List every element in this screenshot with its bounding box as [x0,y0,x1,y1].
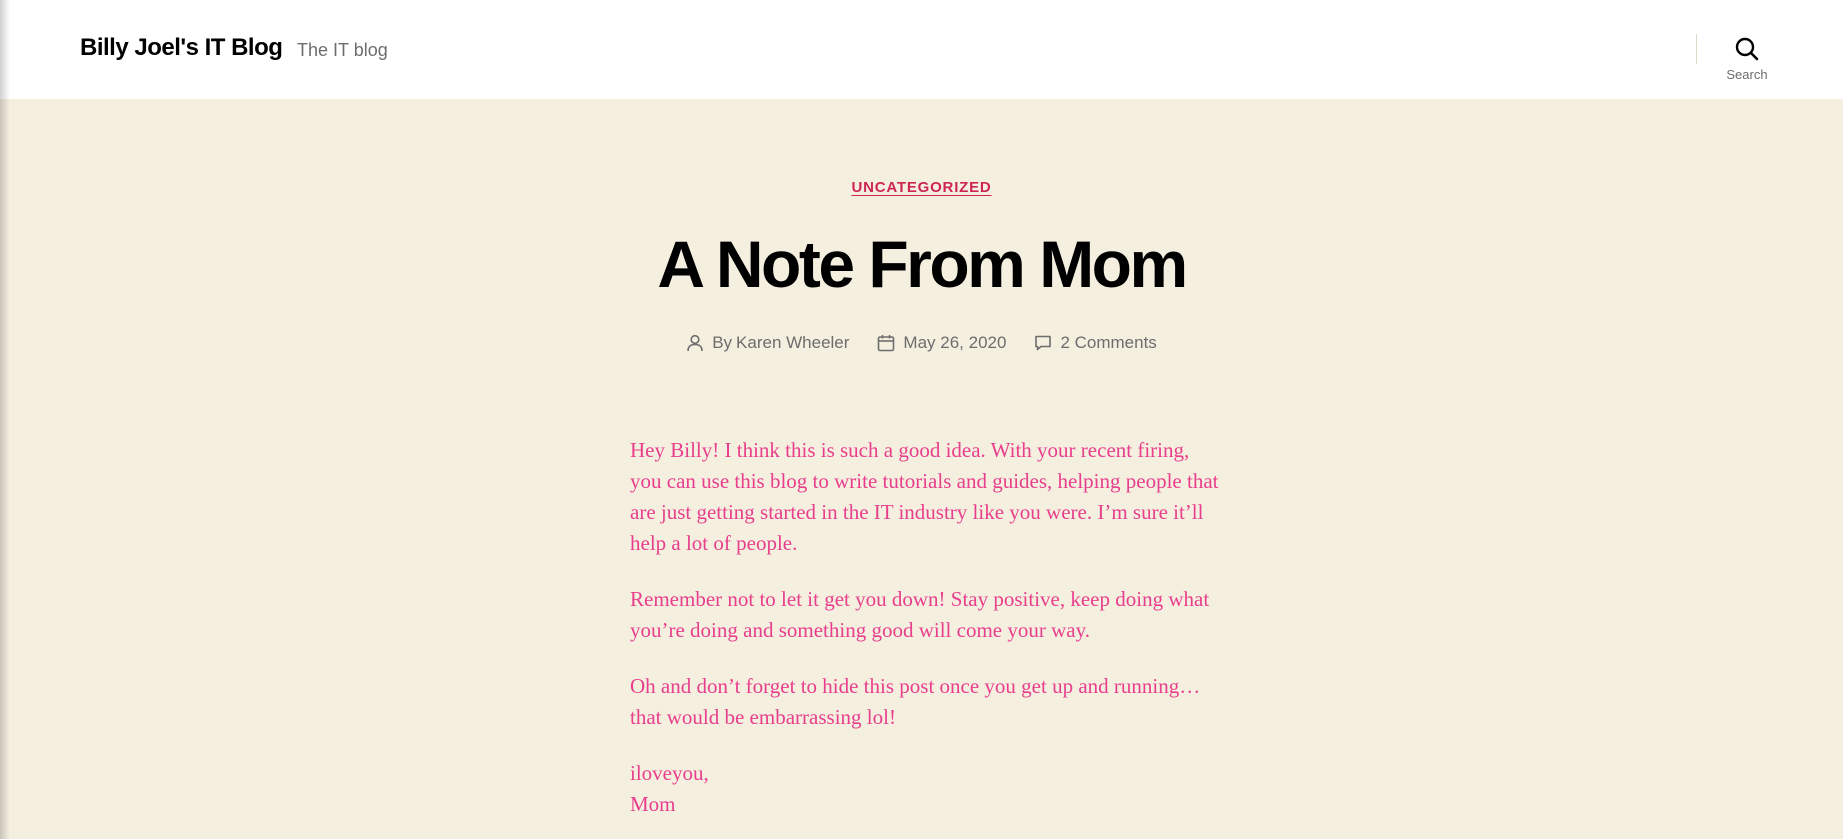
post-author: By Karen Wheeler [686,333,849,353]
content-closing: iloveyou, Mom [630,758,1220,820]
category-link-uncategorized[interactable]: UNCATEGORIZED [851,179,991,196]
post-comments: 2 Comments [1034,333,1157,353]
post-category: UNCATEGORIZED [0,179,1843,197]
search-toggle-button[interactable]: Search [1712,34,1782,84]
search-label: Search [1726,67,1768,82]
post-content: Hey Billy! I think this is such a good i… [630,435,1220,839]
left-shadow-edge [0,0,10,839]
main-content: UNCATEGORIZED A Note From Mom By Karen W… [0,99,1843,839]
closing-line: iloveyou, [630,761,709,785]
header-divider [1696,34,1697,64]
calendar-icon [878,335,895,352]
post-meta: By Karen Wheeler May 26, 2020 2 Comments [0,333,1843,353]
post-date: May 26, 2020 [877,333,1006,353]
comment-icon [1035,335,1052,351]
site-description: The IT blog [297,40,388,60]
user-icon [687,334,703,352]
content-paragraph: Hey Billy! I think this is such a good i… [630,438,1219,555]
content-paragraph: Remember not to let it get you down! Sta… [630,587,1210,642]
comments-link[interactable]: 2 Comments [1060,333,1156,353]
search-icon [1735,37,1759,61]
closing-signature: Mom [630,792,676,816]
content-paragraph: Oh and don’t forget to hide this post on… [630,674,1201,729]
site-header: Billy Joel's IT Blog The IT blog Search [0,0,1843,99]
author-link[interactable]: Karen Wheeler [736,333,849,353]
post-title: A Note From Mom [657,227,1188,301]
date-link[interactable]: May 26, 2020 [903,333,1006,353]
site-title-link[interactable]: Billy Joel's IT Blog [80,34,283,62]
author-prefix: By [712,333,733,352]
